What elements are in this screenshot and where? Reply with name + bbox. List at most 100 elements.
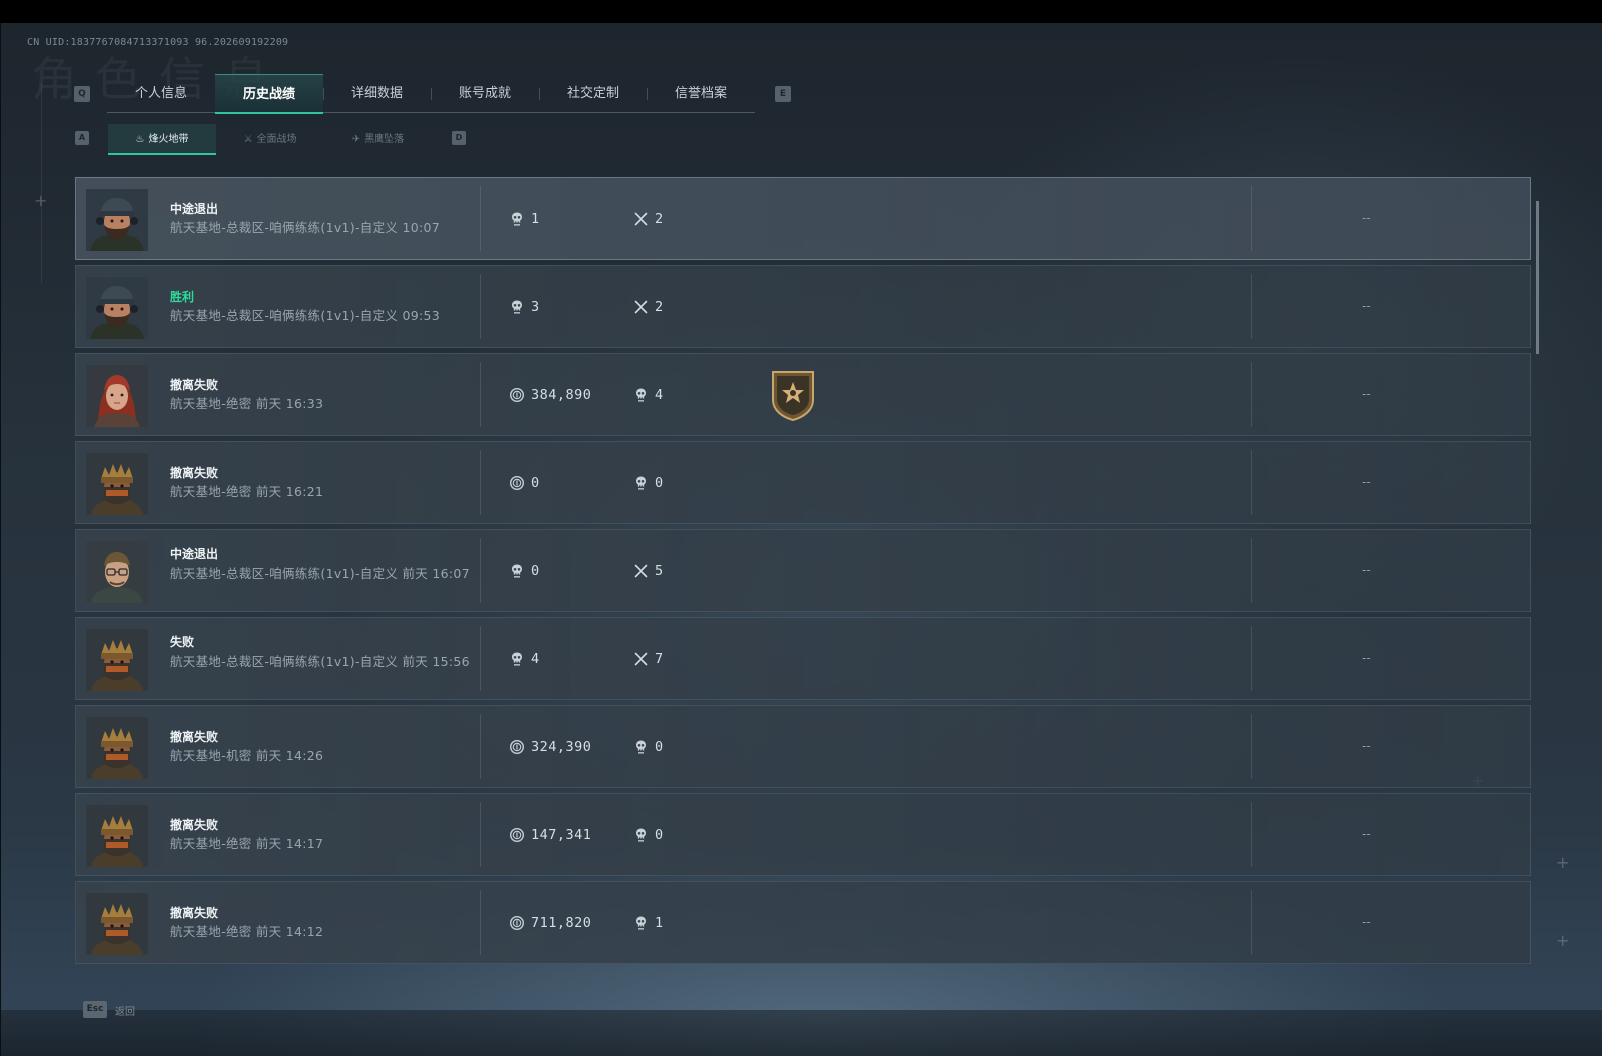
stat-value: 324,390 [531,739,592,755]
row-divider [1251,538,1252,603]
match-record-row[interactable]: 中途退出 航天基地-总裁区-咱俩练练(1v1)-自定义 10:07 1 2 -- [75,177,1531,260]
match-map-time: 航天基地-绝密 前天 14:12 [170,924,324,939]
match-record-row[interactable]: 失败 航天基地-总裁区-咱俩练练(1v1)-自定义 前天 15:56 4 7 -- [75,617,1531,700]
mode-subtab-bar: ♨ 烽火地带 ⚔ 全面战场 ✈ 黑鹰坠落 [108,124,432,155]
tab-personal-info[interactable]: 个人信息 [107,74,215,113]
subtab-operations[interactable]: ♨ 烽火地带 [108,124,216,155]
match-map-time: 航天基地-总裁区-咱俩练练(1v1)-自定义 10:07 [170,220,440,235]
main-tab-bar: 个人信息 历史战绩 详细数据 账号成就 社交定制 信誉档案 [107,74,755,114]
subtab-warfare[interactable]: ⚔ 全面战场 [216,124,324,155]
match-result: 失败 [170,635,195,649]
tab-detailed-data[interactable]: 详细数据 [323,74,431,113]
coin-icon [509,739,525,755]
match-record-row[interactable]: 胜利 航天基地-总裁区-咱俩练练(1v1)-自定义 09:53 3 2 -- [75,265,1531,348]
match-record-row[interactable]: 撤离失败 航天基地-绝密 前天 16:21 0 0 -- [75,441,1531,524]
stat-value: 0 [655,739,664,755]
match-result: 撤离失败 [170,730,219,744]
match-stat: 3 [509,298,540,316]
match-record-row[interactable]: 撤离失败航天基地-机密 前天 14:26 324,390 0 -- [75,705,1531,788]
cross-swords-icon [633,299,649,315]
esc-key-hint[interactable]: Esc [83,1001,107,1018]
match-stat: 1 [509,210,540,228]
operator-avatar [86,277,148,339]
cross-swords-icon [633,651,649,667]
back-button[interactable]: 返回 [115,1003,135,1018]
stat-value: 1 [655,915,664,931]
row-divider [480,714,481,779]
prev-tab-key-hint[interactable]: Q [74,86,90,102]
decor-plus-icon: + [34,191,48,210]
match-stat: 0 [509,562,540,580]
row-divider [480,538,481,603]
rank-shield-icon [769,368,817,422]
row-divider [1251,274,1252,339]
row-divider [480,274,481,339]
operator-avatar [86,629,148,691]
skull-icon [633,827,649,843]
stat-value: 5 [655,563,664,579]
decor-plus-icon: + [1556,853,1570,872]
match-result: 撤离失败 [170,378,219,392]
match-result: 中途退出 [170,547,219,561]
stat-value: 0 [655,827,664,843]
match-record-row[interactable]: 中途退出 航天基地-总裁区-咱俩练练(1v1)-自定义 前天 16:07 0 5 -- [75,529,1531,612]
match-result: 撤离失败 [170,906,219,920]
operator-avatar [86,893,148,955]
record-extra-value: -- [1362,827,1371,841]
operator-avatar [86,365,148,427]
match-record-row[interactable]: 撤离失败 航天基地-绝密 前天 16:33 384,890 4 -- [75,353,1531,436]
match-stat: 2 [633,298,664,316]
tab-social-customization[interactable]: 社交定制 [539,74,647,113]
match-stat: 384,890 [509,386,591,404]
stat-value: 2 [655,211,664,227]
prev-subtab-key-hint[interactable]: A [75,131,89,145]
operator-avatar [86,453,148,515]
record-extra-value: -- [1362,475,1371,489]
subtab-black-hawk[interactable]: ✈ 黑鹰坠落 [324,124,432,155]
stat-value: 711,820 [531,915,592,931]
match-stat: 0 [509,474,540,492]
row-divider [1251,626,1252,691]
next-subtab-key-hint[interactable]: D [452,131,466,145]
tab-match-history[interactable]: 历史战绩 [215,74,323,114]
stat-value: 147,341 [531,827,592,843]
operator-avatar [86,717,148,779]
next-tab-key-hint[interactable]: E [775,86,791,102]
footer-bar [1,1010,1602,1056]
row-divider [480,890,481,955]
tab-reputation-file[interactable]: 信誉档案 [647,74,755,113]
skull-icon [633,739,649,755]
match-stat: 4 [509,650,540,668]
record-extra-value: -- [1362,651,1371,665]
row-divider [1251,802,1252,867]
stat-value: 1 [531,211,540,227]
row-divider [480,626,481,691]
coin-icon [509,387,525,403]
match-result: 中途退出 [170,202,219,216]
match-record-row[interactable]: 撤离失败 航天基地-绝密 前天 14:17 147,341 0 -- [75,793,1531,876]
stat-value: 2 [655,299,664,315]
match-map-time: 航天基地-机密 前天 14:26 [170,748,324,763]
row-divider [1251,890,1252,955]
match-stat: 324,390 [509,738,591,756]
cross-swords-icon [633,211,649,227]
list-scrollbar[interactable] [1536,201,1539,354]
match-stat: 4 [633,386,664,404]
operator-avatar [86,805,148,867]
match-map-time: 航天基地-绝密 前天 14:17 [170,836,324,851]
match-stat: 2 [633,210,664,228]
row-divider [480,450,481,515]
soldier-icon: ⚔ [243,134,253,145]
record-extra-value: -- [1362,915,1371,929]
match-record-row[interactable]: 撤离失败航天基地-绝密 前天 14:12 711,820 1 -- [75,881,1531,964]
row-divider [1251,186,1252,251]
decor-line [41,83,42,283]
record-extra-value: -- [1362,387,1371,401]
match-map-time: 航天基地-总裁区-咱俩练练(1v1)-自定义 09:53 [170,308,440,323]
match-stat: 1 [633,914,664,932]
match-result: 撤离失败 [170,466,219,480]
match-stat: 5 [633,562,664,580]
record-extra-value: -- [1362,739,1371,753]
tab-account-achievements[interactable]: 账号成就 [431,74,539,113]
match-map-time: 航天基地-总裁区-咱俩练练(1v1)-自定义 前天 15:56 [170,654,470,669]
